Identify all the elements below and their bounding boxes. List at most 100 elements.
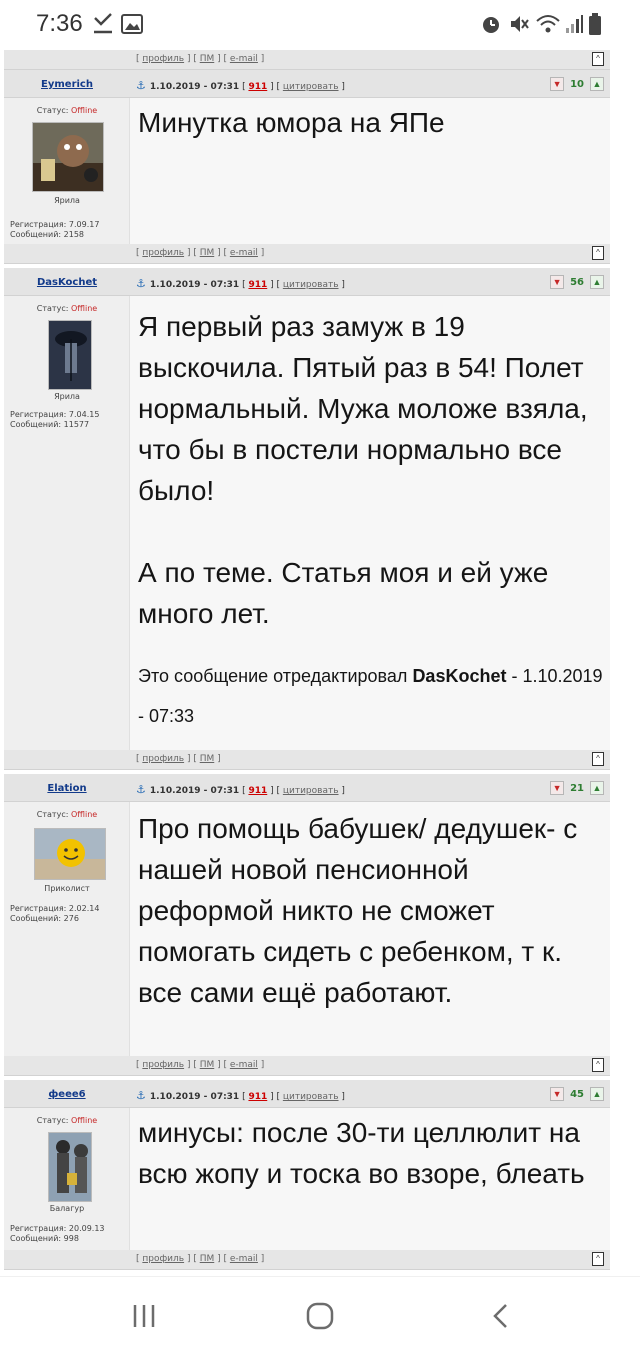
author-registration: Регистрация: 7.04.15 Сообщений: 11577: [10, 410, 100, 429]
thumbs-down-icon[interactable]: ▼: [550, 77, 565, 91]
post-date: 1.10.2019 - 07:31: [149, 280, 240, 290]
scroll-top-icon[interactable]: ^: [592, 1252, 604, 1266]
anchor-icon[interactable]: ⚓: [136, 79, 146, 92]
avatar[interactable]: [32, 122, 104, 192]
author-status: Статус: Offline: [36, 810, 98, 819]
post-header: феее6 ⚓ 1.10.2019 - 07:31 [ 911 ] [ цитир…: [4, 1080, 610, 1108]
post-footer-bar: [ профиль ] [ ПМ ] [ e-mail ] ^: [4, 1250, 610, 1270]
email-link[interactable]: e-mail: [230, 54, 258, 64]
author-rank: Приколист: [44, 884, 90, 893]
post-number-link[interactable]: 911: [248, 82, 267, 92]
thumbs-up-icon[interactable]: ▲: [590, 77, 604, 91]
post-footer-bar: [ профиль ] [ ПМ ] ^: [4, 750, 610, 770]
thumbs-down-icon[interactable]: ▼: [550, 275, 565, 289]
profile-link[interactable]: профиль: [142, 54, 184, 64]
rating-value: 45: [570, 1088, 584, 1100]
post-text-container: Минутка юмора на ЯПе: [130, 98, 610, 244]
author-name[interactable]: DasKochet: [4, 277, 130, 288]
scroll-top-icon[interactable]: ^: [592, 246, 604, 260]
pm-link[interactable]: ПМ: [200, 754, 215, 764]
anchor-icon[interactable]: ⚓: [136, 1089, 146, 1102]
avatar[interactable]: [48, 320, 92, 390]
post-text-container: Я первый раз замуж в 19 выскочила. Пятый…: [130, 296, 610, 750]
thumbs-down-icon[interactable]: ▼: [550, 1087, 565, 1101]
email-link[interactable]: e-mail: [230, 1060, 258, 1070]
author-status: Статус: Offline: [36, 1116, 98, 1125]
quote-link[interactable]: цитировать: [283, 82, 339, 92]
author-rank: Балагур: [49, 1204, 85, 1213]
edit-note: Это сообщение отредактировал DasKochet -…: [138, 666, 603, 726]
author-name[interactable]: феее6: [4, 1089, 130, 1100]
post-footer-links: [ профиль ] [ ПМ ] [ e-mail ]: [136, 1060, 265, 1070]
quote-link[interactable]: цитировать: [283, 280, 339, 290]
author-rank: Ярила: [54, 392, 80, 401]
quote-link[interactable]: цитировать: [283, 786, 339, 796]
mute-icon: [508, 12, 530, 36]
anchor-icon[interactable]: ⚓: [136, 783, 146, 796]
post-number-link[interactable]: 911: [248, 1092, 267, 1102]
post-number-link[interactable]: 911: [248, 280, 267, 290]
scroll-top-icon[interactable]: ^: [592, 752, 604, 766]
author-panel: Статус: Offline Балагур Регистрация: 20.…: [4, 1108, 130, 1250]
scroll-top-icon[interactable]: ^: [592, 52, 604, 66]
thumbs-up-icon[interactable]: ▲: [590, 275, 604, 289]
author-registration: Регистрация: 7.09.17 Сообщений: 2158: [10, 220, 100, 239]
avatar[interactable]: [48, 1132, 92, 1202]
anchor-icon[interactable]: ⚓: [136, 277, 146, 290]
forum-thread: [ профиль ] [ ПМ ] [ e-mail ] ^ Eymerich…: [0, 50, 640, 1276]
email-link[interactable]: e-mail: [230, 248, 258, 258]
post-body: Статус: Offline Балагур Регистрация: 20.…: [4, 1108, 610, 1250]
post-body: Статус: Offline Ярила Регистрация: 7.09.…: [4, 98, 610, 244]
status-time: 7:36: [36, 10, 83, 37]
battery-icon: [588, 12, 602, 36]
post-footer-links: [ профиль ] [ ПМ ] [ e-mail ]: [136, 1254, 265, 1264]
thumbs-down-icon[interactable]: ▼: [550, 781, 565, 795]
scroll-top-icon[interactable]: ^: [592, 1058, 604, 1072]
pm-link[interactable]: ПМ: [200, 1060, 215, 1070]
post-footer-links: [ профиль ] [ ПМ ] [ e-mail ]: [136, 54, 265, 64]
signal-icon: [564, 12, 584, 36]
post-text: Про помощь бабушек/ дедушек- с нашей нов…: [138, 813, 578, 1008]
author-registration: Регистрация: 20.09.13 Сообщений: 998: [10, 1224, 105, 1243]
post-date: 1.10.2019 - 07:31: [149, 82, 240, 92]
home-icon[interactable]: [300, 1301, 340, 1331]
profile-link[interactable]: профиль: [142, 1254, 184, 1264]
post-footer-links: [ профиль ] [ ПМ ]: [136, 754, 221, 764]
rating-value: 21: [570, 782, 584, 794]
avatar[interactable]: [34, 828, 106, 880]
post-header: Elation ⚓ 1.10.2019 - 07:31 [ 911 ] [ цит…: [4, 774, 610, 802]
post-meta: ⚓ 1.10.2019 - 07:31 [ 911 ] [ цитировать …: [136, 1089, 345, 1102]
rating: ▼ 10 ▲: [550, 76, 604, 92]
pm-link[interactable]: ПМ: [200, 248, 215, 258]
alarm-icon: [480, 12, 502, 36]
download-done-icon: [92, 12, 114, 36]
recent-apps-icon[interactable]: [124, 1301, 164, 1331]
rating-value: 56: [570, 276, 584, 288]
back-icon[interactable]: [482, 1301, 522, 1331]
thumbs-up-icon[interactable]: ▲: [590, 781, 604, 795]
email-link[interactable]: e-mail: [230, 1254, 258, 1264]
author-name[interactable]: Elation: [4, 783, 130, 794]
post-text: Я первый раз замуж в 19 выскочила. Пятый…: [138, 311, 588, 629]
pm-link[interactable]: ПМ: [200, 1254, 215, 1264]
thumbs-up-icon[interactable]: ▲: [590, 1087, 604, 1101]
edit-author: DasKochet: [412, 666, 507, 686]
system-nav-bar: [0, 1276, 640, 1352]
post-meta: ⚓ 1.10.2019 - 07:31 [ 911 ] [ цитировать …: [136, 79, 345, 92]
profile-link[interactable]: профиль: [142, 1060, 184, 1070]
post-text-container: Про помощь бабушек/ дедушек- с нашей нов…: [130, 802, 610, 1056]
profile-link[interactable]: профиль: [142, 248, 184, 258]
post-footer-bar: [ профиль ] [ ПМ ] [ e-mail ] ^: [4, 1056, 610, 1076]
post-date: 1.10.2019 - 07:31: [149, 1092, 240, 1102]
pm-link[interactable]: ПМ: [200, 54, 215, 64]
profile-link[interactable]: профиль: [142, 754, 184, 764]
author-name[interactable]: Eymerich: [4, 79, 130, 90]
post-number-link[interactable]: 911: [248, 786, 267, 796]
quote-link[interactable]: цитировать: [283, 1092, 339, 1102]
author-panel: Статус: Offline Ярила Регистрация: 7.04.…: [4, 296, 130, 750]
author-status: Статус: Offline: [36, 106, 98, 115]
author-panel: Статус: Offline Приколист Регистрация: 2…: [4, 802, 130, 1056]
rating: ▼ 56 ▲: [550, 274, 604, 290]
post-body: Статус: Offline Приколист Регистрация: 2…: [4, 802, 610, 1056]
gallery-icon: [120, 12, 144, 36]
